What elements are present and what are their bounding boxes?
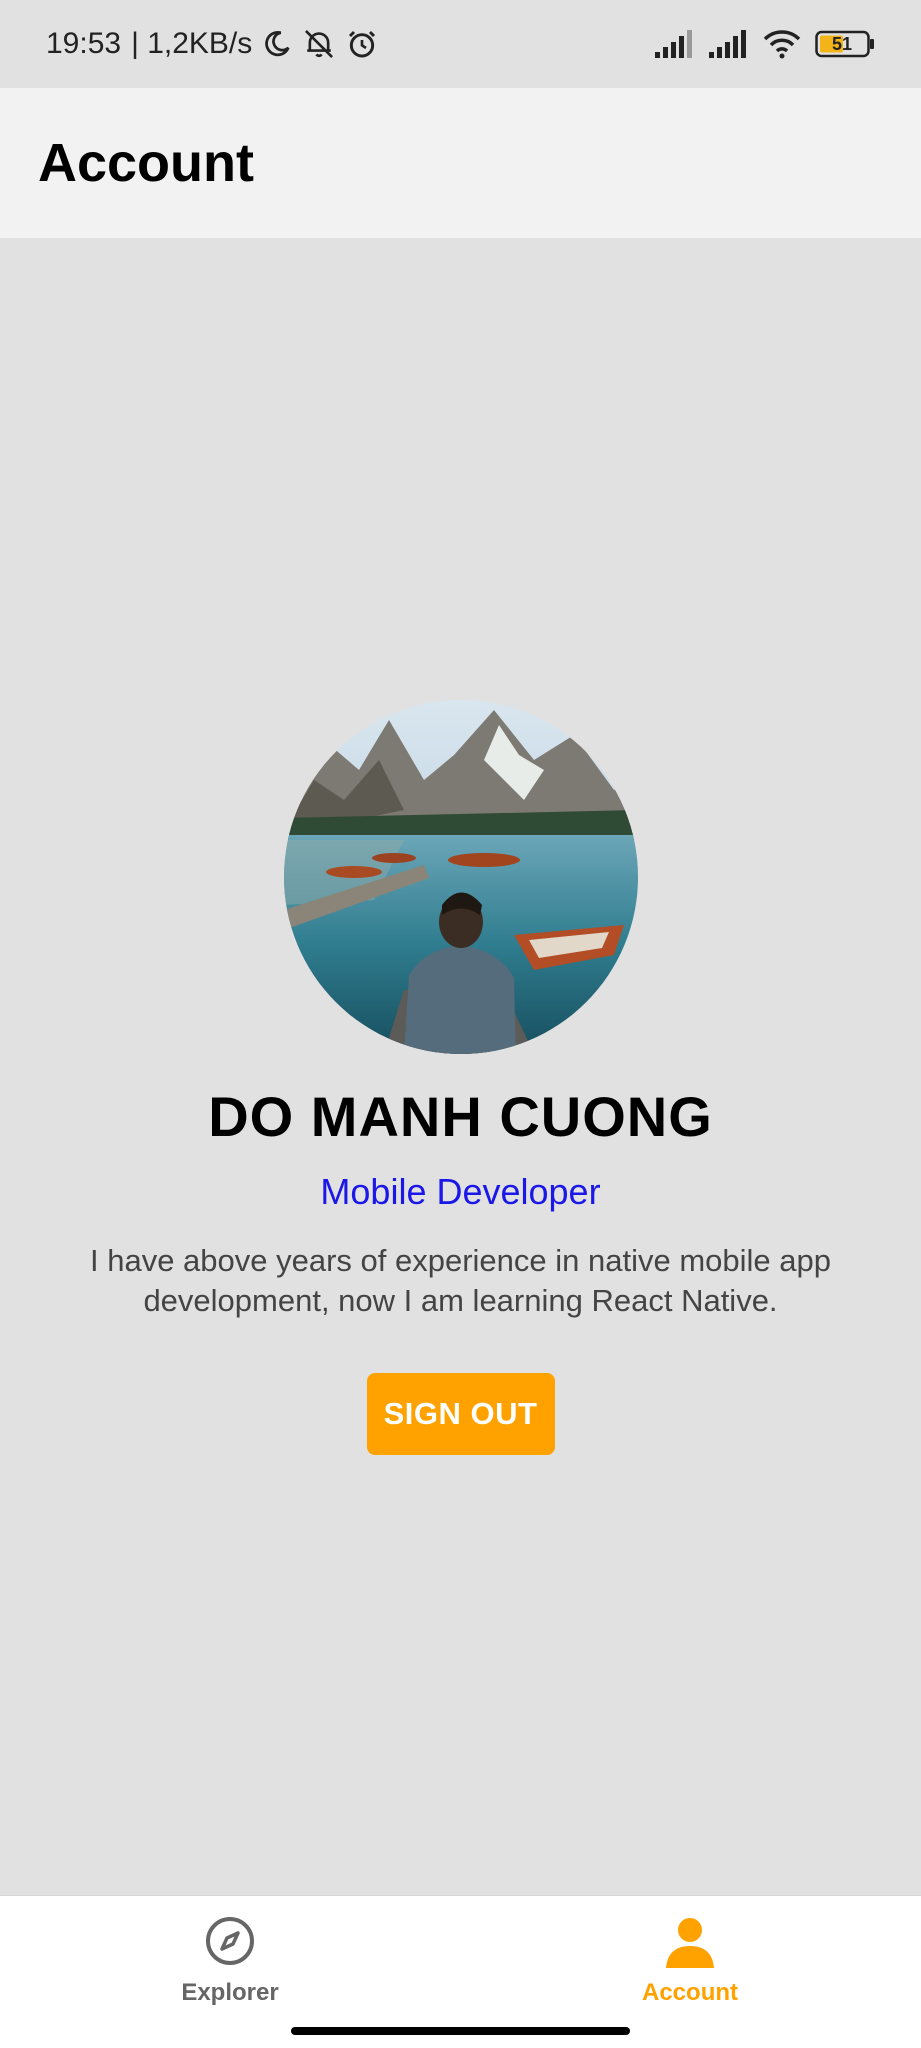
muted-bell-icon <box>302 28 336 60</box>
moon-icon <box>262 29 292 59</box>
battery-level: 51 <box>831 34 853 54</box>
tab-account[interactable]: Account <box>590 1914 790 2007</box>
alarm-icon <box>346 28 378 60</box>
avatar <box>283 700 638 1054</box>
tab-label-account: Account <box>642 1979 738 2006</box>
home-indicator[interactable] <box>291 2027 630 2035</box>
profile-role: Mobile Developer <box>320 1171 601 1212</box>
sign-out-button[interactable]: SIGN OUT <box>366 1373 555 1455</box>
page-title: Account <box>38 133 254 193</box>
battery-icon: 51 <box>815 30 875 58</box>
tab-label-explorer: Explorer <box>181 1979 279 2006</box>
bottom-tab-bar: Explorer Account <box>0 1895 921 2048</box>
compass-icon <box>203 1914 257 1973</box>
account-screen: 19:53 | 1,2KB/s 51 Account DO MANH CUONG… <box>0 0 921 2048</box>
signal-icon <box>709 30 749 58</box>
app-header: Account <box>0 88 921 238</box>
profile-bio: I have above years of experience in nati… <box>89 1243 832 1318</box>
profile-section: DO MANH CUONG Mobile Developer I have ab… <box>0 700 921 1455</box>
status-time: 19:53 <box>46 27 122 60</box>
profile-name: DO MANH CUONG <box>208 1085 713 1148</box>
signal-icon <box>655 30 695 58</box>
network-speed: | 1,2KB/s <box>131 27 253 60</box>
tab-explorer[interactable]: Explorer <box>130 1914 330 2007</box>
wifi-icon <box>763 29 801 59</box>
person-icon <box>663 1914 717 1973</box>
status-bar: 19:53 | 1,2KB/s 51 <box>0 0 921 88</box>
